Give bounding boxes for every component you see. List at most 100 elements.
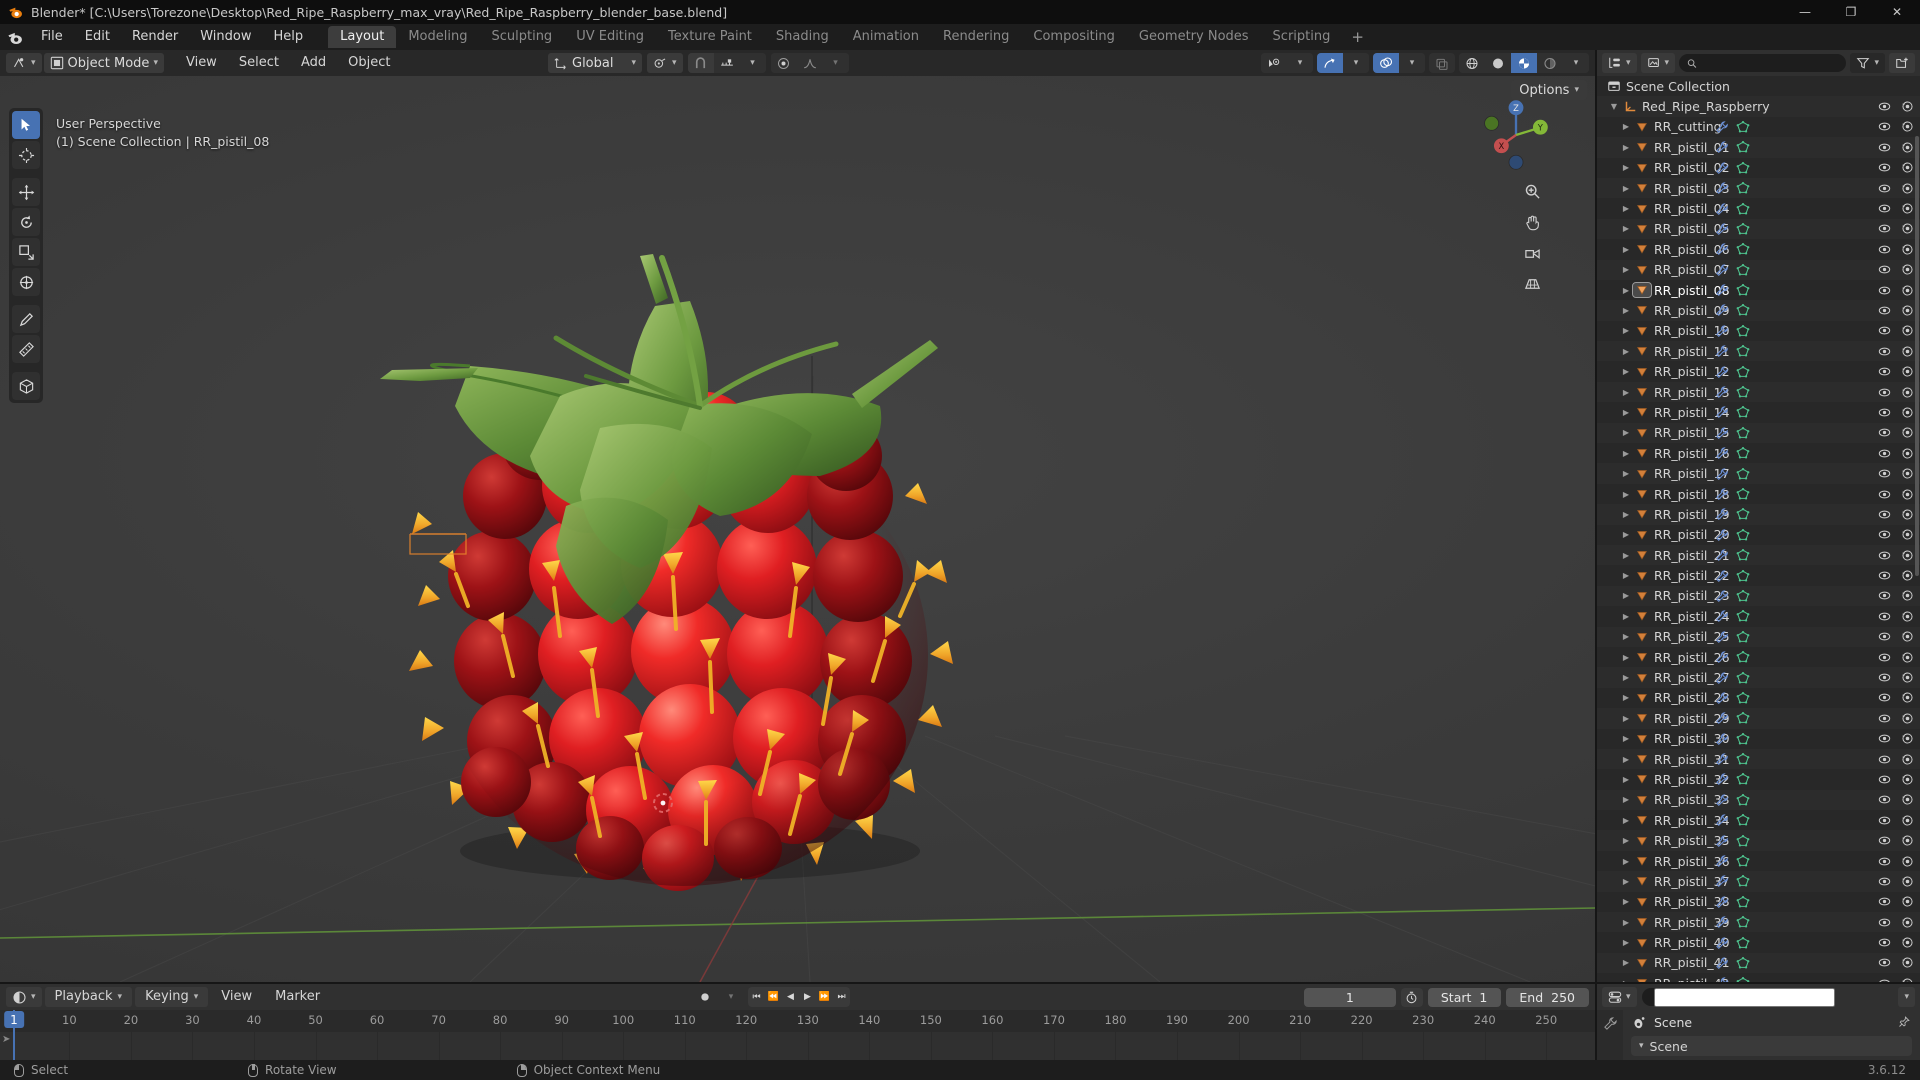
outliner-row-object[interactable]: ▶ RR_pistil_14 [1597, 402, 1920, 422]
mesh-data-icon[interactable] [1736, 242, 1750, 256]
expand-triangle-icon[interactable]: ▶ [1619, 245, 1633, 254]
tweak-select-tool-icon[interactable] [12, 111, 40, 139]
disable-in-renders-icon[interactable] [1901, 916, 1914, 929]
shading-rendered-icon[interactable] [1537, 53, 1563, 73]
disable-in-renders-icon[interactable] [1901, 365, 1914, 378]
outliner-row-object[interactable]: ▶ RR_pistil_18 [1597, 484, 1920, 504]
toggle-perspective-icon[interactable] [1521, 273, 1543, 295]
playback-controls[interactable]: ⏮ ⏪ ◀ ▶ ⏩ ⏭ [748, 987, 850, 1007]
modifier-icon[interactable] [1715, 589, 1729, 603]
outliner-row-object[interactable]: ▶ RR_pistil_35 [1597, 830, 1920, 851]
disable-in-renders-icon[interactable] [1901, 304, 1914, 317]
menu-render[interactable]: Render [121, 27, 189, 47]
mesh-data-icon[interactable] [1736, 854, 1750, 868]
expand-triangle-icon[interactable]: ▶ [1619, 714, 1633, 723]
disable-in-renders-icon[interactable] [1901, 895, 1914, 908]
snap-group[interactable]: ▾ [687, 53, 766, 73]
tab-tool-icon[interactable] [1603, 1016, 1618, 1031]
hide-in-viewport-icon[interactable] [1878, 855, 1891, 868]
modifier-icon[interactable] [1715, 161, 1729, 175]
modifier-icon[interactable] [1715, 630, 1729, 644]
properties-editor-type-button[interactable]: ▾ [1602, 987, 1637, 1007]
hide-in-viewport-icon[interactable] [1878, 793, 1891, 806]
hide-in-viewport-icon[interactable] [1878, 141, 1891, 154]
jump-prev-keyframe-button[interactable]: ⏪ [765, 987, 782, 1007]
expand-triangle-icon[interactable]: ▶ [1619, 184, 1633, 193]
modifier-icon[interactable] [1715, 140, 1729, 154]
expand-triangle-icon[interactable]: ▶ [1619, 428, 1633, 437]
collapse-triangle-icon[interactable]: ▼ [1607, 102, 1621, 111]
close-button[interactable]: ✕ [1874, 0, 1920, 24]
mesh-data-icon[interactable] [1736, 895, 1750, 909]
disable-in-renders-icon[interactable] [1901, 793, 1914, 806]
modifier-icon[interactable] [1715, 609, 1729, 623]
area-divider-vertical[interactable] [1595, 50, 1597, 1060]
snap-to-increment-icon[interactable] [713, 53, 740, 73]
disable-in-renders-icon[interactable] [1901, 447, 1914, 460]
rotate-tool-icon[interactable] [12, 208, 40, 236]
expand-triangle-icon[interactable]: ▶ [1619, 591, 1633, 600]
hide-in-viewport-icon[interactable] [1878, 916, 1891, 929]
proportional-editing-group[interactable]: ▾ [770, 53, 849, 73]
viewport-options-button[interactable]: Options ▾ [1511, 80, 1587, 100]
mesh-data-icon[interactable] [1736, 671, 1750, 685]
expand-triangle-icon[interactable]: ▶ [1619, 490, 1633, 499]
outliner-row-object[interactable]: ▶ RR_cutting [1597, 117, 1920, 137]
hide-in-viewport-icon[interactable] [1878, 284, 1891, 297]
disable-in-renders-icon[interactable] [1901, 814, 1914, 827]
expand-triangle-icon[interactable]: ▶ [1619, 816, 1633, 825]
modifier-icon[interactable] [1715, 834, 1729, 848]
disable-in-renders-icon[interactable] [1901, 426, 1914, 439]
disable-in-renders-icon[interactable] [1901, 589, 1914, 602]
hide-in-viewport-icon[interactable] [1878, 222, 1891, 235]
modifier-icon[interactable] [1715, 671, 1729, 685]
timeline-expand-arrow[interactable]: ➤ [2, 1034, 10, 1045]
timeline-editor[interactable]: ▾ Playback ▾ Keying ▾ View Marker ▾ ⏮ ⏪ ◀ … [0, 984, 1595, 1060]
overlays-group[interactable]: ▾ [1373, 53, 1425, 73]
hide-in-viewport-icon[interactable] [1878, 814, 1891, 827]
modifier-icon[interactable] [1715, 711, 1729, 725]
hide-in-viewport-icon[interactable] [1878, 426, 1891, 439]
modifier-icon[interactable] [1715, 446, 1729, 460]
hide-in-viewport-icon[interactable] [1878, 304, 1891, 317]
outliner-row-object[interactable]: ▶ RR_pistil_06 [1597, 239, 1920, 259]
hide-in-viewport-icon[interactable] [1878, 936, 1891, 949]
expand-triangle-icon[interactable]: ▶ [1619, 653, 1633, 662]
navigation-gizmo[interactable]: Z Y X [1477, 96, 1555, 174]
hide-in-viewport-icon[interactable] [1878, 488, 1891, 501]
gizmo-caret[interactable]: ▾ [1343, 53, 1369, 73]
snapping-pivot-button[interactable]: ▾ [647, 53, 683, 73]
mesh-data-icon[interactable] [1736, 467, 1750, 481]
outliner-row-object[interactable]: ▶ RR_pistil_28 [1597, 688, 1920, 708]
expand-triangle-icon[interactable]: ▶ [1619, 755, 1633, 764]
hide-in-viewport-icon[interactable] [1878, 508, 1891, 521]
hide-in-viewport-icon[interactable] [1878, 467, 1891, 480]
outliner-tree[interactable]: Scene Collection ▼ Red_Ripe_Raspberry ▶ … [1597, 76, 1920, 982]
hide-in-viewport-icon[interactable] [1878, 345, 1891, 358]
hide-in-viewport-icon[interactable] [1878, 895, 1891, 908]
outliner-new-collection-button[interactable] [1889, 53, 1915, 73]
expand-triangle-icon[interactable]: ▶ [1619, 673, 1633, 682]
mesh-data-icon[interactable] [1736, 324, 1750, 338]
modifier-icon[interactable] [1715, 242, 1729, 256]
xray-group[interactable] [1429, 53, 1455, 73]
disable-in-renders-icon[interactable] [1901, 406, 1914, 419]
tab-texture-paint[interactable]: Texture Paint [656, 26, 764, 48]
timeline-menu-view[interactable]: View [211, 987, 262, 1007]
outliner-row-object[interactable]: ▶ RR_pistil_37 [1597, 871, 1920, 892]
disable-in-renders-icon[interactable] [1901, 651, 1914, 664]
proportional-edit-icon[interactable] [770, 53, 797, 73]
expand-triangle-icon[interactable]: ▶ [1619, 306, 1633, 315]
visibility-caret[interactable]: ▾ [1287, 53, 1313, 73]
mesh-data-icon[interactable] [1736, 344, 1750, 358]
outliner-row-object[interactable]: ▶ RR_pistil_29 [1597, 708, 1920, 729]
toggle-xray-icon[interactable] [1429, 53, 1455, 73]
expand-triangle-icon[interactable]: ▶ [1619, 388, 1633, 397]
outliner-row-object[interactable]: ▶ RR_pistil_04 [1597, 198, 1920, 218]
expand-triangle-icon[interactable]: ▶ [1619, 510, 1633, 519]
jump-next-keyframe-button[interactable]: ⏩ [816, 987, 833, 1007]
show-overlays-icon[interactable] [1373, 53, 1399, 73]
mesh-data-icon[interactable] [1736, 793, 1750, 807]
outliner-row-object[interactable]: ▶ RR_pistil_33 [1597, 789, 1920, 811]
pin-id-icon[interactable] [1898, 1016, 1910, 1028]
